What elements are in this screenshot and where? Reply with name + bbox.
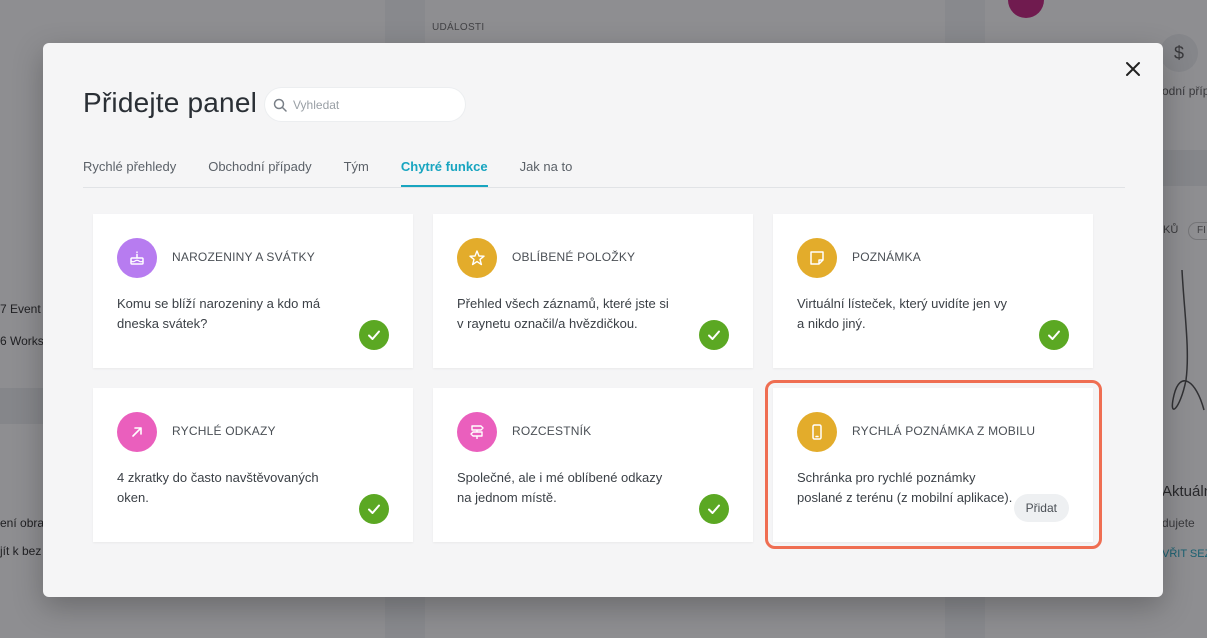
search-input[interactable] [291, 96, 455, 113]
added-check-button[interactable] [1039, 320, 1069, 350]
add-button[interactable]: Přidat [1013, 494, 1069, 522]
mobile-icon [797, 412, 837, 452]
added-check-button[interactable] [699, 320, 729, 350]
tab-team[interactable]: Tým [344, 153, 369, 186]
card-description: Komu se blíží narozeniny a kdo má dneska… [117, 296, 321, 331]
card-title: RYCHLÁ POZNÁMKA Z MOBILU [852, 424, 1036, 438]
check-icon [708, 330, 720, 340]
signpost-icon [457, 412, 497, 452]
tab-bar: Rychlé přehledy Obchodní případy Tým Chy… [83, 153, 1125, 188]
search-icon [273, 98, 287, 112]
card-description: Společné, ale i mé oblíbené odkazy na je… [457, 470, 663, 505]
tab-quick-overviews[interactable]: Rychlé přehledy [83, 153, 176, 186]
widget-card-note[interactable]: POZNÁMKA Virtuální lísteček, který uvidí… [773, 214, 1093, 368]
card-description: Virtuální lísteček, který uvidíte jen vy… [797, 296, 1008, 331]
cake-icon [117, 238, 157, 278]
widget-card-mobile-note[interactable]: RYCHLÁ POZNÁMKA Z MOBILU Schránka pro ry… [773, 388, 1093, 542]
added-check-button[interactable] [359, 320, 389, 350]
search-box[interactable] [265, 88, 465, 121]
add-panel-dialog: Přidejte panel Rychlé přehledy Obchodní … [43, 43, 1163, 597]
card-description: Přehled všech záznamů, které jste si v r… [457, 296, 669, 331]
tab-smart-features[interactable]: Chytré funkce [400, 153, 488, 187]
note-icon [797, 238, 837, 278]
close-icon [1126, 62, 1140, 76]
dialog-title: Přidejte panel [83, 87, 258, 118]
added-check-button[interactable] [699, 494, 729, 524]
card-title: ROZCESTNÍK [512, 424, 592, 438]
tab-how-to[interactable]: Jak na to [520, 153, 573, 186]
star-icon [457, 238, 497, 278]
card-description: 4 zkratky do často navštěvovaných oken. [117, 470, 319, 505]
check-icon [1048, 330, 1060, 340]
card-title: NAROZENINY A SVÁTKY [172, 250, 315, 264]
arrow-up-right-icon [117, 412, 157, 452]
check-icon [368, 330, 380, 340]
check-icon [708, 504, 720, 514]
widget-card-birthdays[interactable]: NAROZENINY A SVÁTKY Komu se blíží naroze… [93, 214, 413, 368]
widget-card-signpost[interactable]: ROZCESTNÍK Společné, ale i mé oblíbené o… [433, 388, 753, 542]
check-icon [368, 504, 380, 514]
widget-card-quick-links[interactable]: RYCHLÉ ODKAZY 4 zkratky do často navštěv… [93, 388, 413, 542]
tab-deals[interactable]: Obchodní případy [208, 153, 311, 186]
card-title: OBLÍBENÉ POLOŽKY [512, 250, 636, 264]
widget-card-favorites[interactable]: OBLÍBENÉ POLOŽKY Přehled všech záznamů, … [433, 214, 753, 368]
card-description: Schránka pro rychlé poznámky poslané z t… [797, 470, 1013, 505]
added-check-button[interactable] [359, 494, 389, 524]
close-button[interactable] [1121, 57, 1145, 81]
card-title: POZNÁMKA [852, 250, 921, 264]
card-title: RYCHLÉ ODKAZY [172, 424, 276, 438]
